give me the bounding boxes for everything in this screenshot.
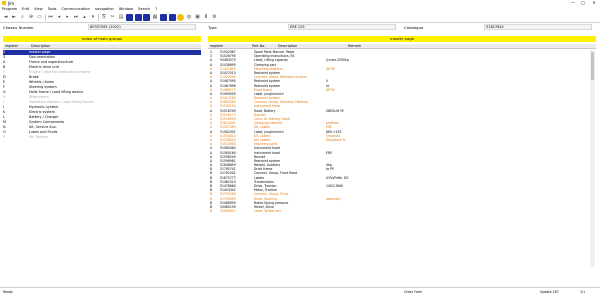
main-group-row[interactable]: P Kit, Service — [3, 135, 201, 140]
part-reg: B — [210, 209, 213, 214]
part-row[interactable]: B 51465011 Lever, Wheel arm — [208, 209, 596, 213]
app-logo-icon — [2, 1, 6, 5]
prev-icon[interactable]: ◂ — [56, 14, 63, 21]
print-icon[interactable]: ▭ — [36, 14, 43, 21]
part-desc: Lever, Wheel arm — [254, 209, 282, 214]
info-icon[interactable]: i — [203, 14, 210, 21]
copy-icon[interactable]: ⎘ — [101, 14, 108, 21]
master-page-list: 2 51002967 Spare Parts Manual, Paper 3 51026… — [208, 50, 596, 267]
master-page-header: master page — [208, 36, 596, 42]
minimize-button[interactable]: — — [568, 0, 578, 5]
next-icon[interactable]: ▸ — [64, 14, 71, 21]
grid-icon[interactable] — [160, 13, 167, 21]
menu-program[interactable]: Program — [2, 7, 17, 11]
first-icon[interactable]: ⏮ — [47, 14, 54, 21]
left-col-description[interactable]: Description — [31, 44, 50, 49]
page-icon[interactable] — [168, 13, 176, 21]
right-col-description[interactable]: Description — [278, 44, 297, 49]
toolbar-divider — [44, 13, 46, 21]
status-bar: Ready Order Form Update 187 1/1 — [0, 287, 600, 294]
status-page: 1/1 — [580, 289, 586, 294]
vertical-scrollbar[interactable] — [590, 50, 595, 267]
type-label: Type — [208, 24, 217, 30]
main-groups-header: index of main groups — [3, 36, 201, 42]
type-field: ERE 225 — [288, 24, 396, 30]
menu-window[interactable]: Window — [119, 7, 133, 11]
catalogue-label: Catalogue — [404, 24, 424, 30]
maximize-button[interactable]: □ — [578, 0, 588, 5]
main-groups-list: 2 master page 3 Documentation A Frame and sup… — [3, 50, 201, 140]
catalogue-field: 51827642 — [484, 24, 592, 30]
info-bar: Chassis Number 80337561 (2022) Type ERE … — [0, 23, 600, 31]
menu-communication[interactable]: Communication — [62, 7, 90, 11]
book-icon[interactable] — [143, 13, 150, 21]
chassis-number-label: Chassis Number — [3, 24, 34, 30]
toolbar: ◄ ► ⌕ ⊕ ▭ ⏮ ◂ ▸ ⏭ ▴ ▾ ⎘ ✂ ▤ ▦ ◍ ▣ i ⚙ — [0, 12, 600, 22]
forward-icon[interactable]: ► — [11, 14, 18, 21]
last-icon[interactable]: ⏭ — [73, 14, 80, 21]
settings-icon[interactable]: ⚙ — [211, 14, 218, 21]
star-icon[interactable] — [177, 13, 184, 21]
zoom-icon[interactable]: ⊕ — [28, 14, 35, 21]
left-column-header: register Description — [3, 44, 201, 49]
menu-edit[interactable]: Edit — [22, 7, 29, 11]
chassis-number-field: 80337561 (2022) — [88, 24, 196, 30]
menu-help[interactable]: ? — [155, 7, 157, 11]
menu-navigation[interactable]: navigation — [95, 7, 114, 11]
right-col-part[interactable]: Part No. — [252, 44, 265, 49]
menu-search[interactable]: Search — [138, 7, 150, 11]
globe-icon[interactable]: ◍ — [186, 14, 193, 21]
status-update: Update 187 — [540, 289, 559, 294]
scrollbar-thumb[interactable] — [591, 52, 594, 80]
down-icon[interactable]: ▾ — [90, 14, 97, 21]
part-part: 51465011 — [220, 209, 236, 214]
search-icon[interactable]: ⌕ — [19, 14, 26, 21]
left-col-register[interactable]: register — [5, 44, 18, 49]
main-group-register: P — [3, 135, 6, 139]
toolbar-divider — [98, 13, 99, 21]
window-title: Jlm — [8, 0, 15, 6]
main-group-description: Kit, Service — [29, 135, 49, 139]
menu-tools[interactable]: Tools — [48, 7, 57, 11]
cut-icon[interactable]: ✂ — [109, 14, 116, 21]
list-icon[interactable] — [134, 13, 142, 21]
paste-icon[interactable]: ▤ — [118, 14, 125, 21]
status-left: Ready — [3, 289, 13, 294]
status-order-form: Order Form — [404, 289, 423, 294]
back-icon[interactable]: ◄ — [2, 14, 9, 21]
right-column-header: register Part No. Description Remark — [208, 44, 596, 49]
menu-view[interactable]: View — [34, 7, 43, 11]
right-col-register[interactable]: register — [210, 44, 223, 49]
lock-icon[interactable]: ▣ — [194, 14, 201, 21]
up-icon[interactable]: ▴ — [81, 14, 88, 21]
close-button[interactable]: ✕ — [589, 0, 599, 5]
right-col-remark[interactable]: Remark — [348, 44, 361, 49]
doc-icon[interactable]: ▦ — [152, 14, 159, 21]
cart-icon[interactable] — [126, 13, 133, 21]
